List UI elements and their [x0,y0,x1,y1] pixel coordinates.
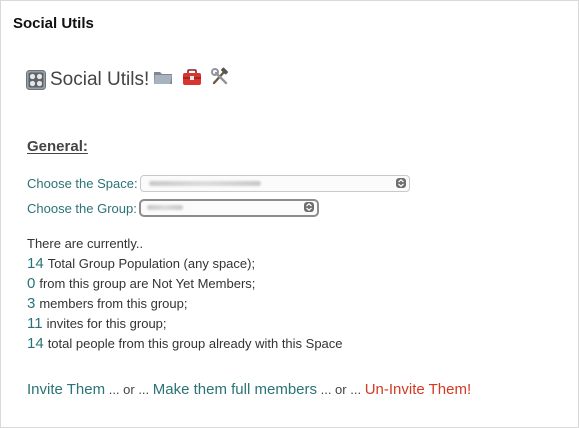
stat-total-population: 14 Total Group Population (any space); [27,254,343,274]
select-chevron-icon [395,178,406,188]
space-select-value-redacted [148,181,261,186]
control-knobs-icon [26,70,46,90]
stat-text: invites for this group; [46,316,167,331]
space-label: Choose the Space: [27,176,138,191]
make-members-link[interactable]: Make them full members [153,381,317,398]
stat-text: members from this group; [39,296,188,311]
stat-value: 3 [27,295,36,312]
stats-summary: There are currently.. 14 Total Group Popu… [27,234,343,354]
action-separator: ... or ... [105,382,153,397]
hammer-wrench-icon [210,67,230,87]
stat-invites: 11 invites for this group; [27,314,343,334]
stat-with-space: 14 total people from this group already w… [27,334,343,354]
stat-members: 3 members from this group; [27,294,343,314]
stat-not-yet-members: 0 from this group are Not Yet Members; [27,274,343,294]
group-select[interactable] [138,199,319,217]
action-links: Invite Them ... or ... Make them full me… [27,381,471,398]
stat-text: Total Group Population (any space); [47,256,256,271]
stats-intro: There are currently.. [27,236,144,251]
stat-text: total people from this group already wit… [47,336,343,351]
app-name: Social Utils! [50,69,150,90]
toolbox-icon [182,67,202,87]
group-field: Choose the Group: [27,199,319,217]
stat-text: from this group are Not Yet Members; [39,276,256,291]
group-label: Choose the Group: [27,200,137,216]
general-heading: General: [27,138,88,155]
invite-link[interactable]: Invite Them [27,381,105,398]
group-select-value-redacted [146,205,183,210]
social-utils-panel: Social Utils Social Utils! General: Choo… [0,0,579,428]
space-field: Choose the Space: [27,175,410,192]
action-separator: ... or ... [317,382,365,397]
stat-value: 0 [27,275,36,292]
stat-value: 14 [27,335,44,352]
app-heading: Social Utils! [26,67,233,93]
select-chevron-icon [303,202,314,212]
stat-value: 14 [27,255,44,272]
folder-icon [153,67,173,87]
space-select[interactable] [139,175,410,192]
panel-title: Social Utils [13,15,94,32]
stat-value: 11 [27,315,43,332]
uninvite-link[interactable]: Un-Invite Them! [365,381,471,398]
